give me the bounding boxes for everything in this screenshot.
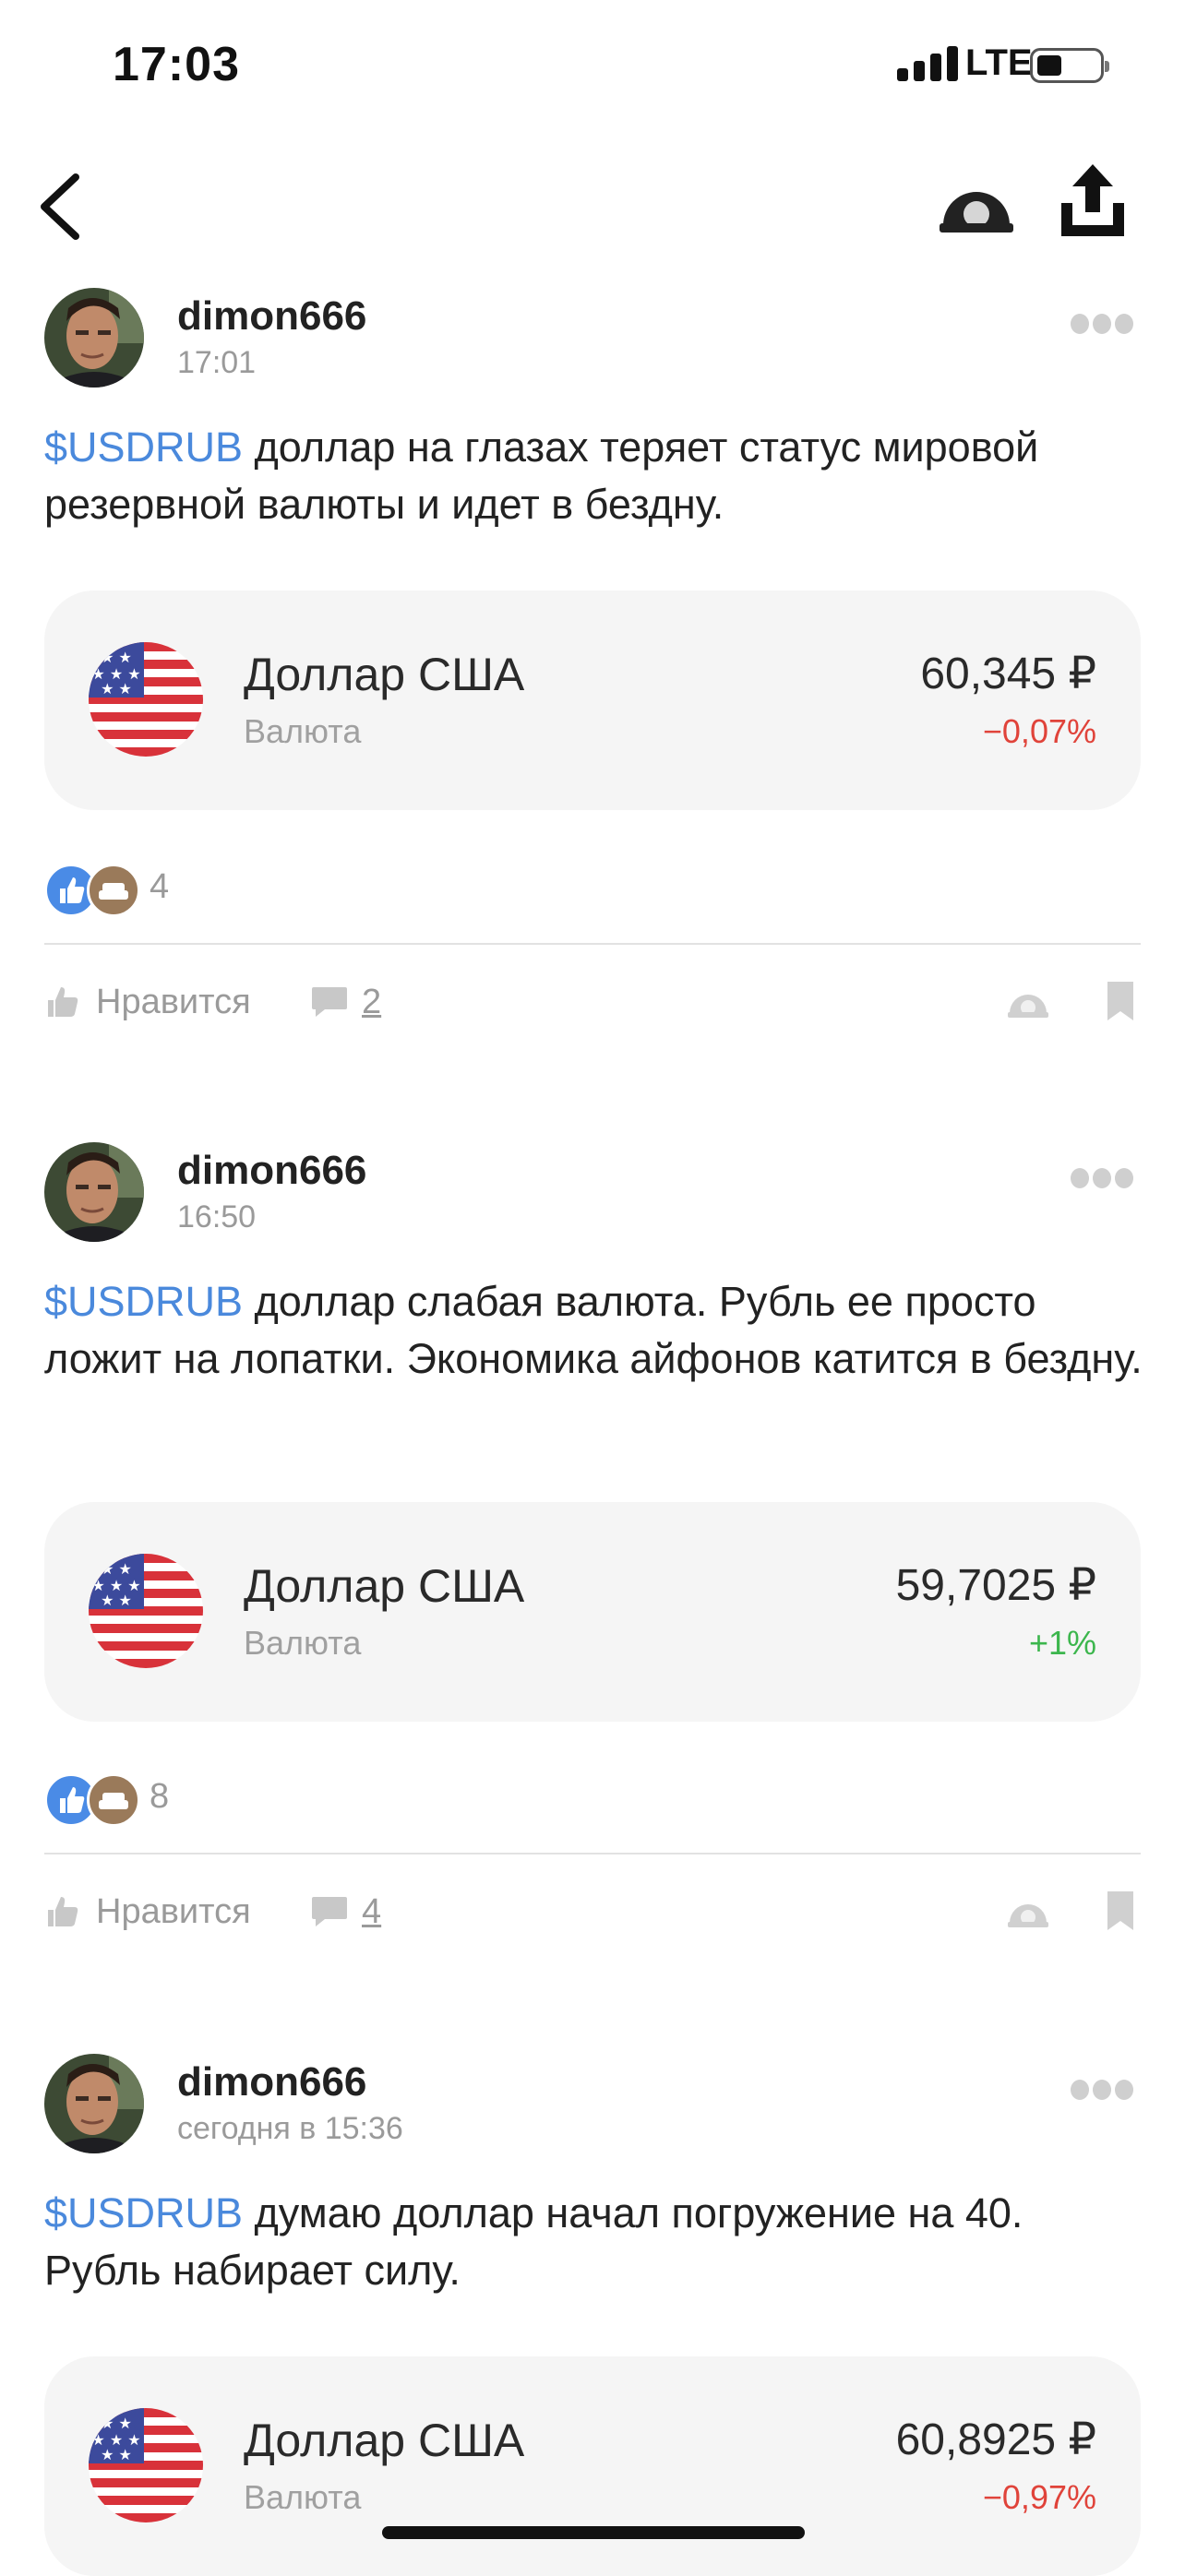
ticker-link[interactable]: $USDRUB — [44, 423, 243, 471]
svg-text:★ ★: ★ ★ — [101, 649, 132, 666]
share-button[interactable] — [1048, 159, 1137, 247]
instrument-card[interactable]: ★ ★ ★ ★ ★ ★ ★ Доллар США Валюта 59,7025 … — [44, 1502, 1141, 1722]
comments-button[interactable]: 4 — [310, 1884, 381, 1939]
reactions-summary[interactable]: 8 — [44, 1773, 321, 1827]
instrument-change: +1% — [1028, 1624, 1096, 1662]
divider — [44, 943, 1141, 945]
thumbs-up-icon — [48, 987, 78, 1017]
like-label: Нравится — [96, 1891, 251, 1931]
instrument-name: Доллар США — [244, 1560, 525, 1612]
nav-bar — [0, 138, 1185, 277]
home-indicator[interactable] — [382, 2526, 805, 2539]
status-time: 17:03 — [113, 38, 240, 91]
observe-icon[interactable] — [1006, 1890, 1050, 1934]
observe-icon — [940, 192, 1013, 233]
bookmark-icon[interactable] — [1104, 978, 1137, 1024]
svg-text:★ ★: ★ ★ — [101, 2415, 132, 2432]
reactions-count: 4 — [150, 867, 170, 906]
us-flag-icon: ★ ★ ★ ★ ★ ★ ★ — [89, 1554, 203, 1668]
instrument-name: Доллар США — [244, 649, 525, 700]
us-flag-icon: ★ ★ ★ ★ ★ ★ ★ — [89, 642, 203, 757]
instrument-change: −0,07% — [982, 712, 1096, 750]
more-options-icon[interactable] — [1069, 310, 1135, 338]
instrument-price: 59,7025 ₽ — [895, 1561, 1096, 1610]
chevron-left-icon — [41, 173, 79, 240]
svg-text:★ ★: ★ ★ — [101, 1560, 132, 1578]
like-button[interactable]: Нравится — [44, 974, 251, 1030]
thumbs-up-icon — [48, 1897, 78, 1926]
avatar[interactable] — [44, 1142, 144, 1242]
post-author[interactable]: dimon666 — [177, 1148, 366, 1194]
post-text: $USDRUB доллар слабая валюта. Рубль ее п… — [44, 1273, 1143, 1388]
share-icon — [1061, 164, 1124, 236]
avatar[interactable] — [44, 2054, 144, 2153]
status-bar: 17:03 LTE — [0, 0, 1185, 138]
instrument-price: 60,8925 ₽ — [895, 2415, 1096, 2464]
post-text: $USDRUB доллар на глазах теряет статус м… — [44, 419, 1143, 533]
like-button[interactable]: Нравится — [44, 1884, 251, 1939]
comments-count: 4 — [362, 1891, 382, 1931]
avatar[interactable] — [44, 288, 144, 388]
comment-icon — [312, 1897, 347, 1926]
us-flag-icon: ★ ★ ★ ★ ★ ★ ★ — [89, 2408, 203, 2522]
ticker-link[interactable]: $USDRUB — [44, 1278, 243, 1325]
bookmark-icon[interactable] — [1104, 1888, 1137, 1934]
more-options-icon[interactable] — [1069, 1164, 1135, 1192]
sofa-reaction-icon — [87, 864, 140, 917]
svg-text:★ ★: ★ ★ — [101, 2446, 132, 2463]
post-time: сегодня в 15:36 — [177, 2111, 403, 2146]
instrument-card[interactable]: ★ ★ ★ ★ ★ ★ ★ Доллар США Валюта 60,8925 … — [44, 2356, 1141, 2576]
network-type: LTE — [965, 42, 1033, 83]
back-button[interactable] — [26, 161, 100, 249]
instrument-price: 60,345 ₽ — [920, 650, 1096, 698]
instrument-type: Валюта — [244, 712, 362, 750]
battery-icon — [1030, 48, 1109, 83]
post-time: 17:01 — [177, 345, 257, 380]
post-text: $USDRUB думаю доллар начал погружение на… — [44, 2185, 1143, 2299]
more-options-icon[interactable] — [1069, 2076, 1135, 2104]
svg-text:★ ★: ★ ★ — [101, 1592, 132, 1609]
instrument-type: Валюта — [244, 1624, 362, 1662]
post-time: 16:50 — [177, 1199, 257, 1234]
cellular-signal-icon — [897, 44, 958, 81]
observe-icon[interactable] — [1006, 980, 1050, 1024]
post-author[interactable]: dimon666 — [177, 293, 366, 340]
instrument-card[interactable]: ★ ★ ★ ★ ★ ★ ★ Доллар США Валюта 60,345 ₽… — [44, 590, 1141, 810]
comments-count: 2 — [362, 982, 382, 1021]
comment-icon — [312, 987, 347, 1017]
reactions-summary[interactable]: 4 — [44, 864, 321, 917]
instrument-name: Доллар США — [244, 2415, 525, 2466]
post-author[interactable]: dimon666 — [177, 2059, 366, 2105]
instrument-type: Валюта — [244, 2478, 362, 2516]
instrument-change: −0,97% — [982, 2478, 1096, 2516]
divider — [44, 1853, 1141, 1854]
svg-text:★ ★: ★ ★ — [101, 680, 132, 698]
post-actions: Нравится 2 — [0, 974, 1185, 1030]
observe-button[interactable] — [934, 162, 1019, 247]
comments-button[interactable]: 2 — [310, 974, 381, 1030]
sofa-reaction-icon — [87, 1773, 140, 1827]
like-label: Нравится — [96, 982, 251, 1021]
ticker-link[interactable]: $USDRUB — [44, 2189, 243, 2236]
reactions-count: 8 — [150, 1777, 170, 1816]
post-actions: Нравится 4 — [0, 1884, 1185, 1939]
